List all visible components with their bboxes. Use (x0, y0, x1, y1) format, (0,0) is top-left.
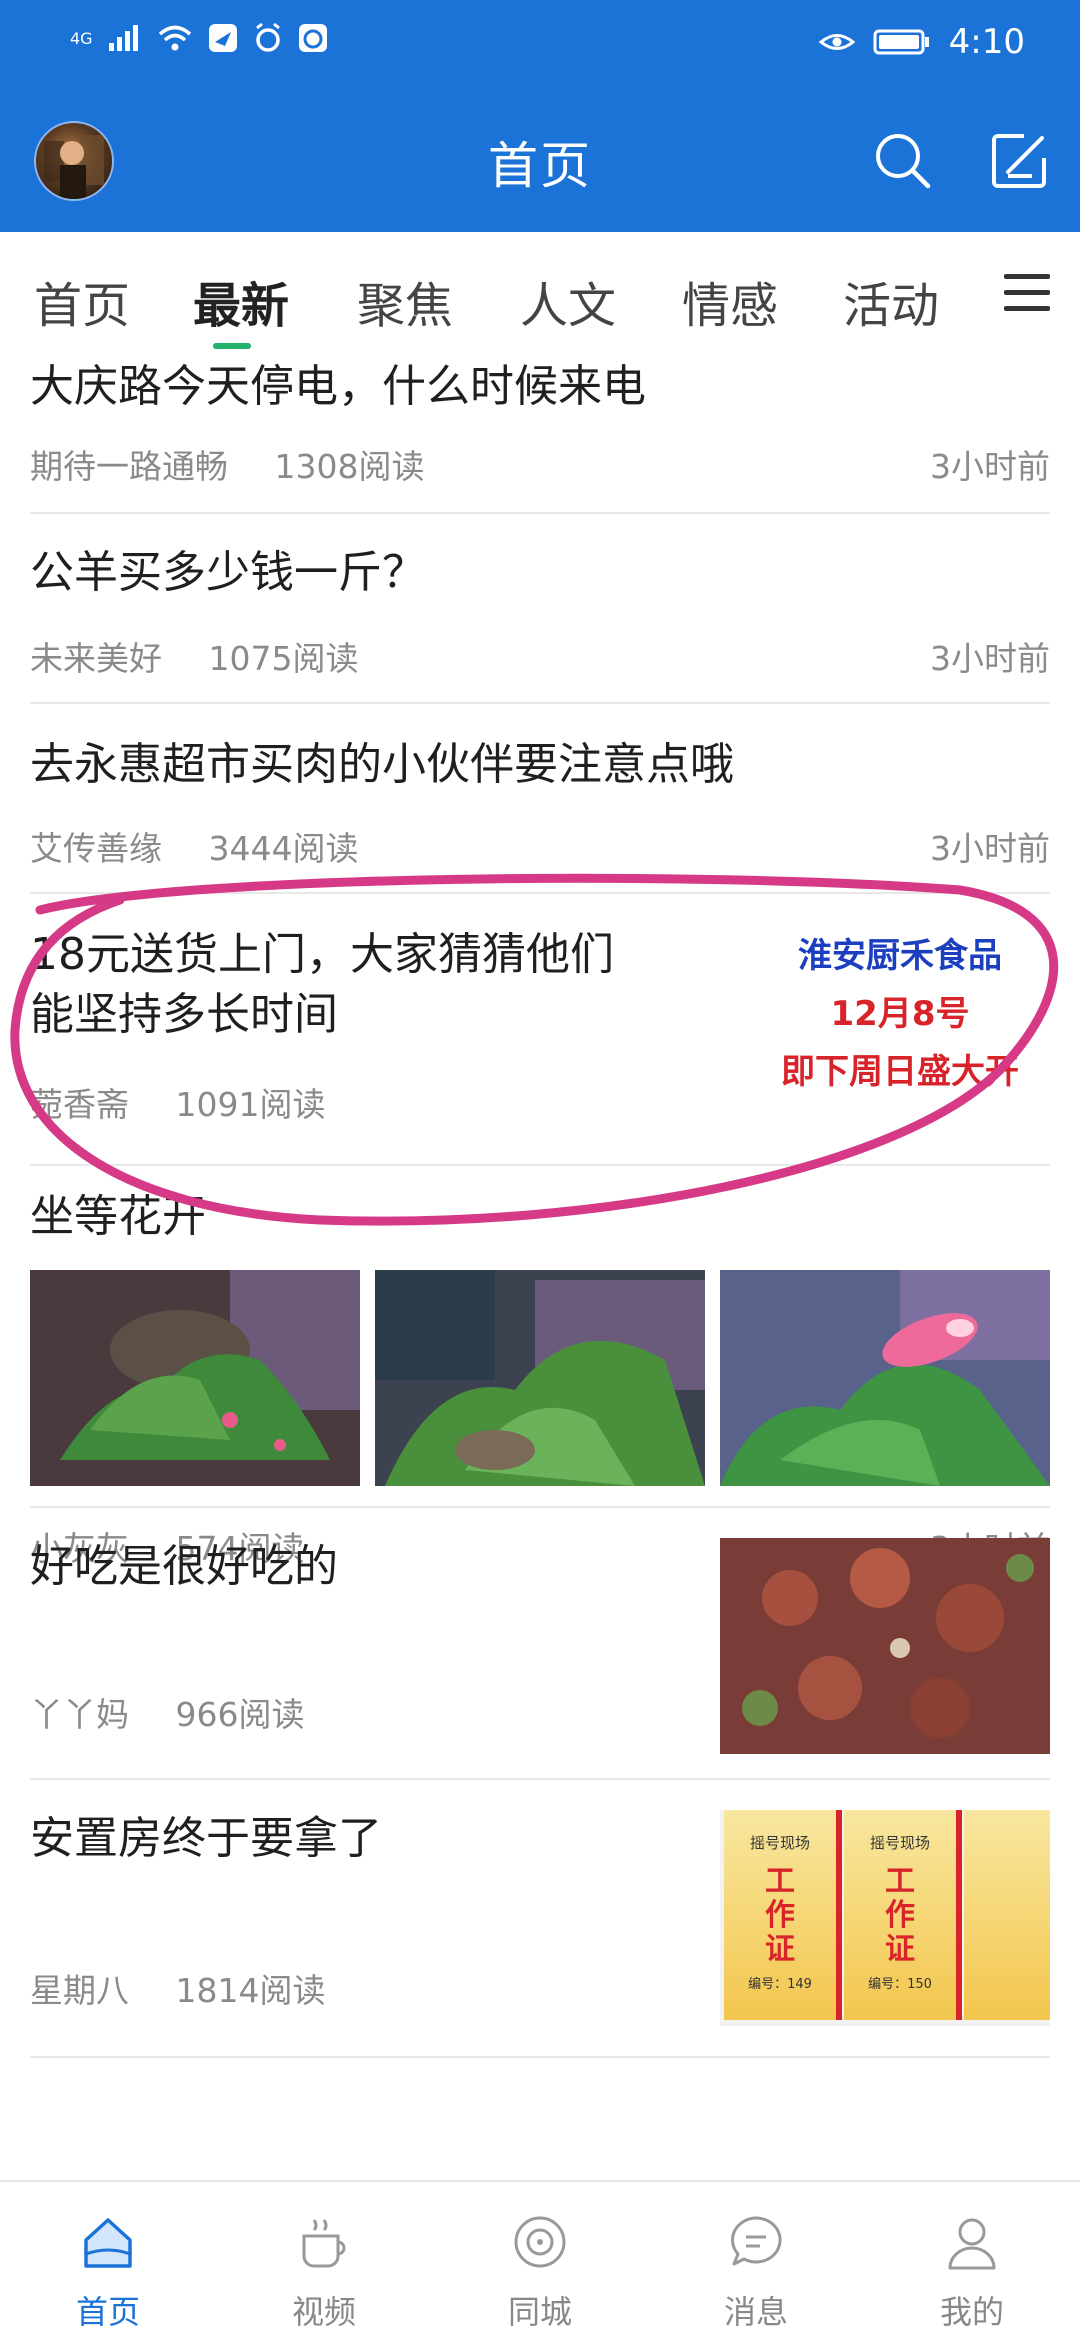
list-item[interactable]: 公羊买多少钱一斤？ 未来美好 1075阅读 3小时前 (30, 514, 1050, 704)
category-tabs: 首页 最新 聚焦 人文 情感 活动 (0, 232, 1080, 352)
read-count: 1308阅读 (274, 447, 425, 486)
ad-line-1: 淮安厨禾食品 (798, 936, 1002, 976)
post-author: 期待一路通畅 (30, 447, 228, 486)
coffee-cup-icon (302, 2219, 346, 2268)
tab-focus[interactable]: 聚焦 (357, 266, 453, 336)
tab-humanities[interactable]: 人文 (520, 266, 616, 336)
app-header: 首页 (0, 90, 1080, 232)
post-time: 3小时前 (930, 447, 1050, 486)
list-item[interactable]: 大庆路今天停电，什么时候来电 期待一路通畅 1308阅读 3小时前 (30, 352, 1050, 514)
post-title[interactable]: 好吃是很好吃的 (30, 1538, 338, 1596)
nav-messages[interactable]: 消息 (648, 2182, 864, 2342)
clock: 4:10 (948, 22, 1025, 62)
post-title-line1[interactable]: 18元送货上门，大家猜猜他们 (30, 926, 614, 984)
ad-line-2: 12月8号 (830, 994, 970, 1034)
ad-line-3: 即下周日盛大开 (781, 1052, 1019, 1092)
target-icon (514, 2216, 566, 2268)
post-title[interactable]: 去永惠超市买肉的小伙伴要注意点哦 (30, 736, 734, 794)
list-item[interactable]: 坐等花开 小灰灰 574阅读 3小时前 (30, 1166, 1050, 1568)
status-bar: 4G 4:10 (0, 0, 1080, 90)
post-time: 3小时前 (930, 829, 1050, 868)
post-author: 星期八 (30, 1971, 129, 2010)
post-image[interactable] (30, 1270, 360, 1486)
work-badge-edge (964, 1810, 1050, 2020)
nav-local[interactable]: 同城 (432, 2182, 648, 2342)
nav-profile[interactable]: 我的 (864, 2182, 1080, 2342)
tab-latest[interactable]: 最新 (193, 266, 289, 336)
ad-banner[interactable]: 淮安厨禾食品 12月8号 即下周日盛大开 (740, 914, 1060, 1154)
active-tab-indicator (213, 343, 251, 349)
list-item[interactable]: 去永惠超市买肉的小伙伴要注意点哦 艾传善缘 3444阅读 3小时前 (30, 704, 1050, 894)
post-title-line2[interactable]: 能坚持多长时间 (30, 986, 338, 1044)
read-count: 1075阅读 (208, 639, 359, 678)
post-image[interactable]: 摇号现场 工作证 编号：149 摇号现场 工作证 编号：150 (720, 1810, 1050, 2026)
network-label: 4G (70, 28, 93, 48)
work-badge-left: 摇号现场 工作证 编号：149 (724, 1810, 842, 2020)
wifi-icon (158, 25, 191, 51)
list-item[interactable]: 好吃是很好吃的 丫丫妈 966阅读 (30, 1508, 1050, 1780)
post-author: 未来美好 (30, 639, 162, 678)
compose-icon[interactable] (988, 128, 1052, 192)
read-count: 966阅读 (175, 1695, 305, 1734)
post-author: 艾传善缘 (30, 829, 162, 868)
post-time: 3小时前 (930, 639, 1050, 678)
post-title[interactable]: 公羊买多少钱一斤？ (30, 544, 426, 602)
read-count: 1814阅读 (175, 1971, 326, 2010)
post-title[interactable]: 安置房终于要拿了 (30, 1810, 382, 1868)
list-item-ad[interactable]: 18元送货上门，大家猜猜他们 能坚持多长时间 菀香斋 1091阅读 淮安厨禾食品… (30, 894, 1050, 1166)
list-item[interactable]: 安置房终于要拿了 星期八 1814阅读 摇号现场 工作证 编号：149 摇号现场… (30, 1780, 1050, 2058)
browser-app-icon (298, 24, 327, 52)
battery-icon (873, 29, 929, 55)
bottom-navigation: 首页 视频 同城 消息 我的 (0, 2180, 1080, 2342)
search-icon[interactable] (870, 128, 934, 192)
post-image[interactable] (375, 1270, 705, 1486)
work-badge-right: 摇号现场 工作证 编号：150 (844, 1810, 962, 2020)
post-image[interactable] (720, 1270, 1050, 1486)
alarm-icon (255, 22, 280, 52)
signal-icon (108, 25, 138, 51)
user-icon (948, 2218, 996, 2270)
tab-home[interactable]: 首页 (34, 266, 130, 336)
app-notification-icon (208, 24, 237, 52)
read-count: 1091阅读 (175, 1085, 326, 1124)
nav-video[interactable]: 视频 (216, 2182, 432, 2342)
tab-emotion[interactable]: 情感 (682, 266, 778, 336)
tab-activities[interactable]: 活动 (843, 266, 939, 336)
post-author: 丫丫妈 (30, 1695, 129, 1734)
post-title[interactable]: 坐等花开 (30, 1188, 206, 1246)
nav-home[interactable]: 首页 (0, 2182, 216, 2342)
home-icon (84, 2218, 132, 2268)
post-title[interactable]: 大庆路今天停电，什么时候来电 (30, 358, 646, 416)
read-count: 3444阅读 (208, 829, 359, 868)
menu-icon[interactable] (1004, 274, 1050, 314)
post-image[interactable] (720, 1538, 1050, 1754)
eye-comfort-icon (818, 34, 855, 50)
chat-bubble-icon (731, 2216, 782, 2266)
post-author: 菀香斋 (30, 1085, 129, 1124)
